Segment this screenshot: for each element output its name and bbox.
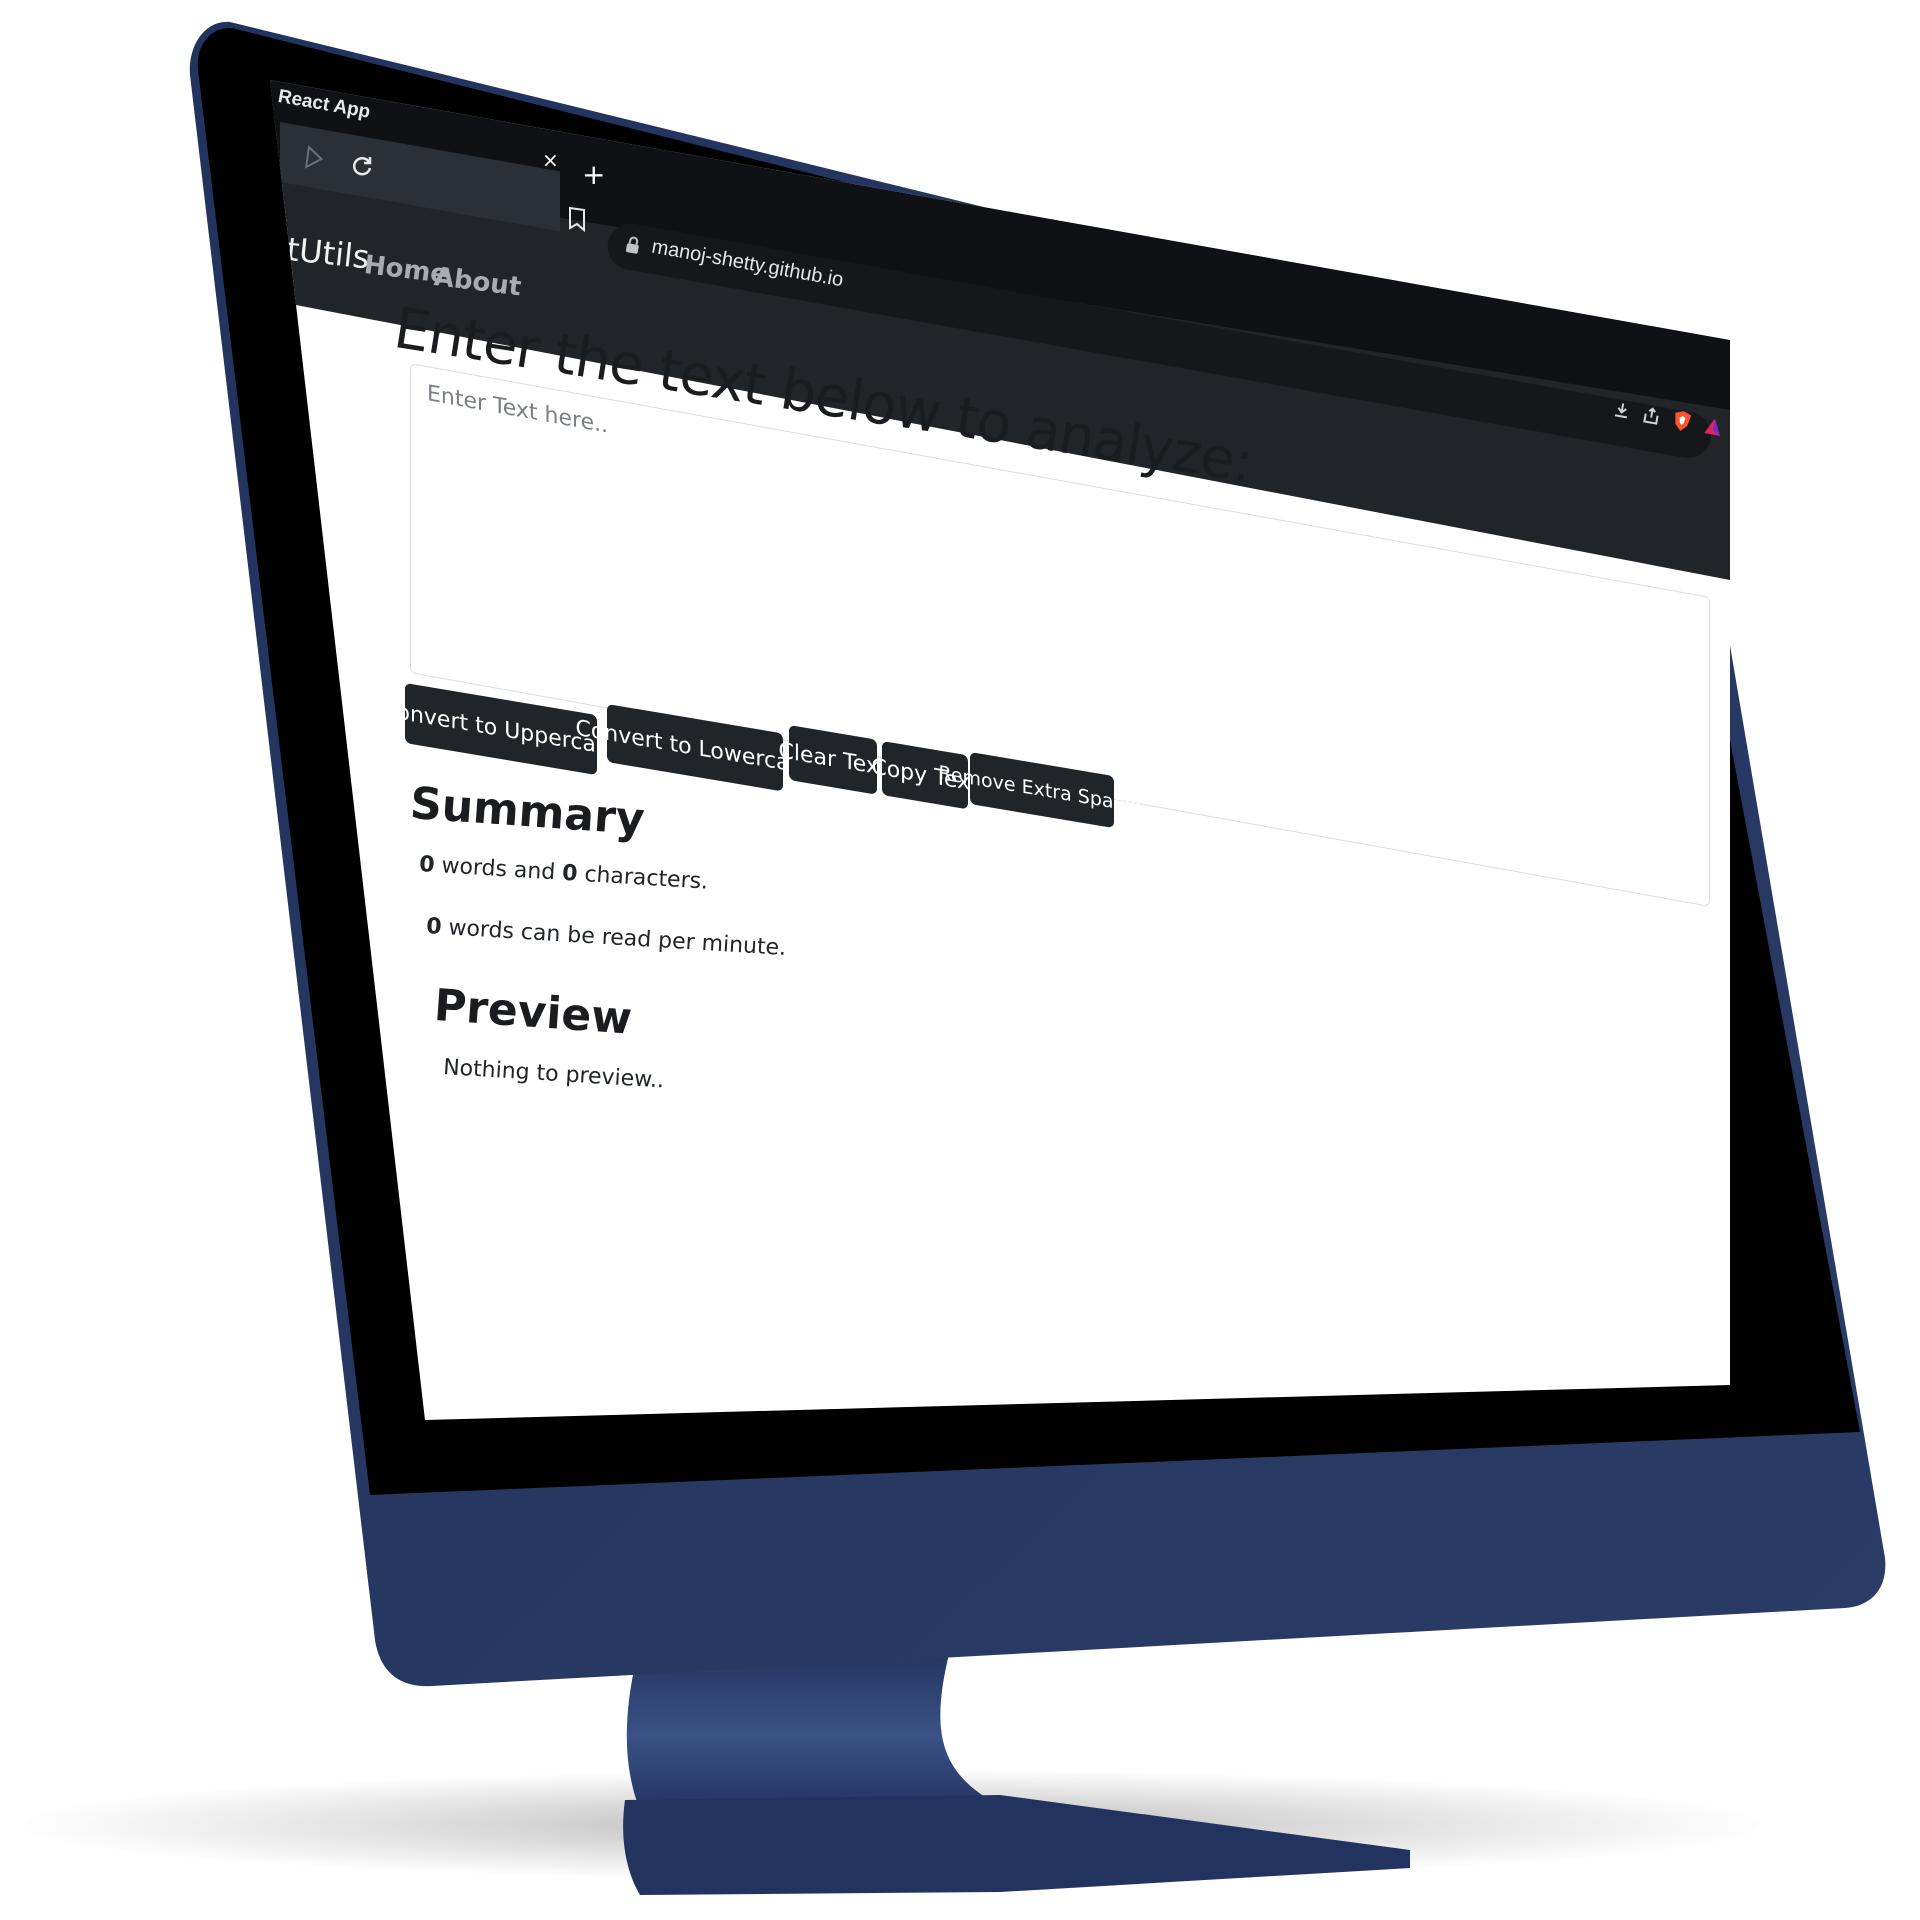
preview-heading: Preview bbox=[432, 980, 634, 1045]
read-time-label: words can be read per minute. bbox=[440, 914, 787, 961]
characters-label: characters. bbox=[576, 861, 709, 895]
mockup-stage: React App × + manoj-shetty.github.io xtU… bbox=[0, 0, 1920, 1920]
summary-counts: 0 words and 0 characters. bbox=[418, 852, 708, 895]
words-and-label: words and bbox=[433, 852, 563, 886]
read-time: 0 words can be read per minute. bbox=[425, 914, 786, 961]
char-count: 0 bbox=[561, 860, 579, 887]
monitor-stand-base bbox=[623, 1795, 1410, 1895]
preview-text: Nothing to preview.. bbox=[442, 1055, 665, 1094]
summary-heading: Summary bbox=[408, 778, 647, 846]
